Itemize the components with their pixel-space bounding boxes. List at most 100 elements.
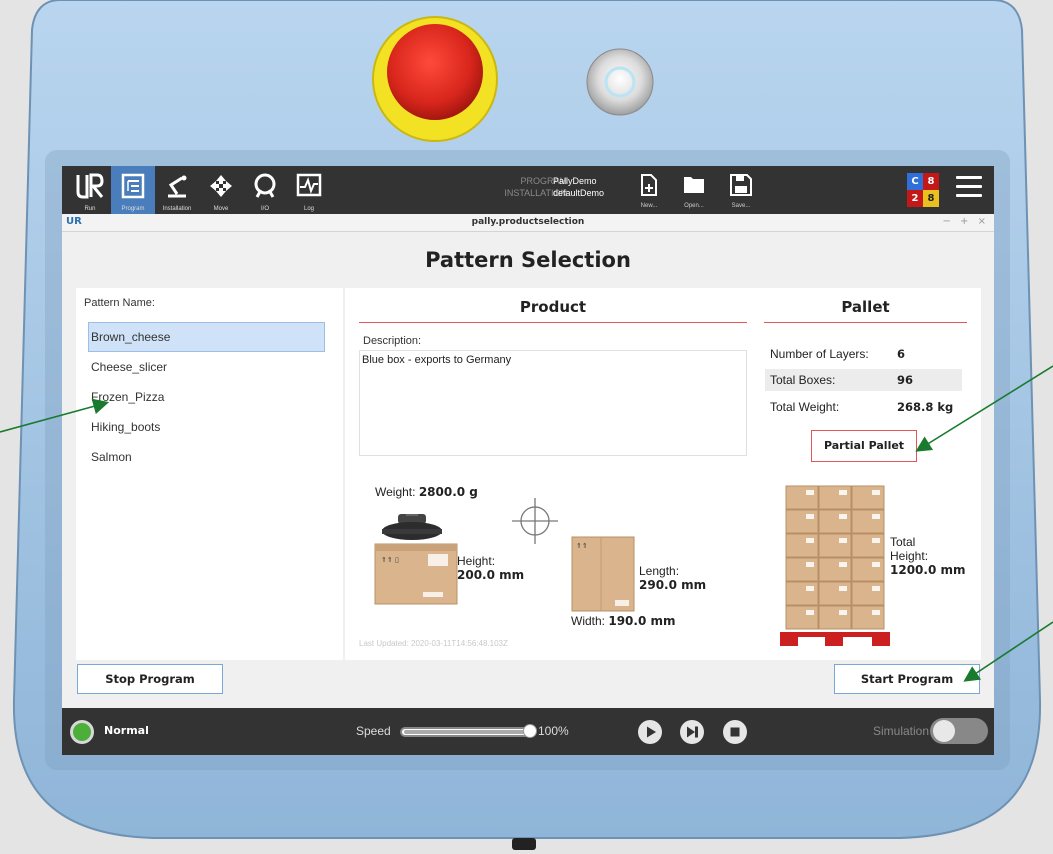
emergency-stop-button[interactable] xyxy=(387,24,483,120)
nav-move-label: Move xyxy=(213,206,229,212)
nav-run[interactable]: Run xyxy=(68,166,112,214)
counter-value-3: 8 xyxy=(923,190,939,207)
save-icon xyxy=(730,174,752,196)
pattern-item-brown-cheese[interactable]: Brown_cheese xyxy=(88,322,325,352)
status-footer: Normal Speed 100% Simulation xyxy=(62,708,994,755)
pallet-box-label xyxy=(806,610,814,615)
pattern-list-panel: Pattern Name: Brown_cheese Cheese_slicer… xyxy=(76,288,343,660)
boxes-label: Total Boxes: xyxy=(770,373,836,387)
pattern-item-salmon[interactable]: Salmon xyxy=(88,442,325,472)
stop-program-button[interactable]: Stop Program xyxy=(77,664,223,694)
pallet-box-label xyxy=(839,538,847,543)
save-button-label: Save... xyxy=(731,203,751,209)
stop-icon[interactable] xyxy=(723,720,747,744)
robot-arm-icon xyxy=(168,175,187,198)
gripper-box-illustration: ⇑⇑ ▯ xyxy=(374,514,458,605)
ur-logo-icon xyxy=(76,173,104,199)
pallet-box xyxy=(785,557,819,582)
pallet-box xyxy=(818,533,852,558)
length-value: 290.0 mm xyxy=(639,578,707,592)
pallet-box xyxy=(851,509,885,534)
pattern-item-cheese-slicer[interactable]: Cheese_slicer xyxy=(88,352,325,382)
pallet-total-label: Total xyxy=(890,535,916,549)
robot-status-text: Normal xyxy=(104,724,149,737)
pallet-box-label xyxy=(806,562,814,567)
box-side-illustration: ⇑⇑ xyxy=(571,536,635,612)
boxes-row: Total Boxes: 96 xyxy=(765,369,962,391)
window-title-bar: UR pally.productselection − + × xyxy=(62,214,994,232)
pallet-stack-illustration xyxy=(780,485,890,646)
counter-value-1: 8 xyxy=(923,173,939,190)
pallet-box-label xyxy=(839,490,847,495)
open-button[interactable]: Open... xyxy=(678,166,710,214)
total-weight-row: Total Weight: 268.8 kg xyxy=(765,396,962,418)
program-info-values: PallyDemo defaultDemo xyxy=(553,175,604,199)
height-label: Height: xyxy=(457,554,496,568)
pallet-box xyxy=(785,605,819,630)
robot-status-indicator-icon[interactable] xyxy=(70,720,94,744)
product-heading: Product xyxy=(359,298,747,323)
pallet-box-label xyxy=(872,538,880,543)
pallet-box-label xyxy=(872,514,880,519)
pallet-box xyxy=(818,581,852,606)
weight-value: 2800.0 g xyxy=(418,485,478,499)
pallet-box xyxy=(785,533,819,558)
nav-log[interactable]: Log xyxy=(287,166,331,214)
pattern-item-hiking-boots[interactable]: Hiking_boots xyxy=(88,412,325,442)
main-content: Pattern Selection Pattern Name: Brown_ch… xyxy=(62,232,994,708)
pallet-box-label xyxy=(806,538,814,543)
program-tree-icon xyxy=(121,173,145,199)
speed-value: 100% xyxy=(538,724,569,738)
nav-log-label: Log xyxy=(303,206,314,212)
pallet-box xyxy=(851,557,885,582)
crosshair-icon xyxy=(512,498,558,544)
simulation-toggle-knob xyxy=(933,720,955,742)
nav-program[interactable]: Program xyxy=(111,166,155,214)
simulation-label: Simulation xyxy=(873,724,930,738)
boxes-value: 96 xyxy=(897,373,914,387)
nav-io-label: I/O xyxy=(260,206,269,212)
pallet-box-label xyxy=(839,562,847,567)
pallet-box xyxy=(851,605,885,630)
width-readout: Width: 190.0 mm xyxy=(571,614,676,628)
top-navigation-bar: Run Program Installation Move I/O Log PR… xyxy=(62,166,994,214)
speed-slider[interactable] xyxy=(400,727,536,737)
nav-io[interactable]: I/O xyxy=(243,166,287,214)
width-value: 190.0 mm xyxy=(608,614,676,628)
open-button-label: Open... xyxy=(684,203,704,209)
speed-label: Speed xyxy=(356,724,391,738)
counter-c: C xyxy=(907,173,923,190)
simulation-toggle[interactable] xyxy=(930,718,988,744)
pallet-box xyxy=(818,605,852,630)
pattern-item-frozen-pizza[interactable]: Frozen_Pizza xyxy=(88,382,325,412)
pallet-box-label xyxy=(806,514,814,519)
nav-run-label: Run xyxy=(84,206,96,212)
folder-icon xyxy=(684,177,704,193)
counter-value-2: 2 xyxy=(907,190,923,207)
step-icon[interactable] xyxy=(680,720,704,744)
pallet-box xyxy=(785,509,819,534)
height-value: 200.0 mm xyxy=(457,568,525,582)
new-button-label: New... xyxy=(640,203,658,209)
new-button[interactable]: New... xyxy=(633,166,665,214)
io-icon xyxy=(254,173,276,198)
speed-slider-thumb[interactable] xyxy=(523,724,537,738)
window-controls[interactable]: − + × xyxy=(943,216,990,227)
pallet-deck xyxy=(780,632,890,637)
description-label: Description: xyxy=(363,335,422,347)
controller-status-counter[interactable]: C 8 2 8 xyxy=(907,173,939,207)
partial-pallet-button[interactable]: Partial Pallet xyxy=(811,430,917,462)
product-pallet-panel: Product Pallet Description: Blue box - e… xyxy=(345,288,981,660)
pallet-box-label xyxy=(806,586,814,591)
nav-installation[interactable]: Installation xyxy=(155,166,199,214)
description-field[interactable]: Blue box - exports to Germany xyxy=(359,350,747,456)
start-program-button[interactable]: Start Program xyxy=(834,664,980,694)
nav-move[interactable]: Move xyxy=(199,166,243,214)
pallet-block xyxy=(825,637,843,646)
pallet-box xyxy=(818,509,852,534)
svg-text:⇑⇑ ▯: ⇑⇑ ▯ xyxy=(381,556,399,564)
hamburger-menu-icon[interactable] xyxy=(956,176,982,202)
save-button[interactable]: Save... xyxy=(725,166,757,214)
play-icon[interactable] xyxy=(638,720,662,744)
last-updated-text: Last Updated: 2020-03-11T14:56:48.103Z xyxy=(359,639,508,648)
